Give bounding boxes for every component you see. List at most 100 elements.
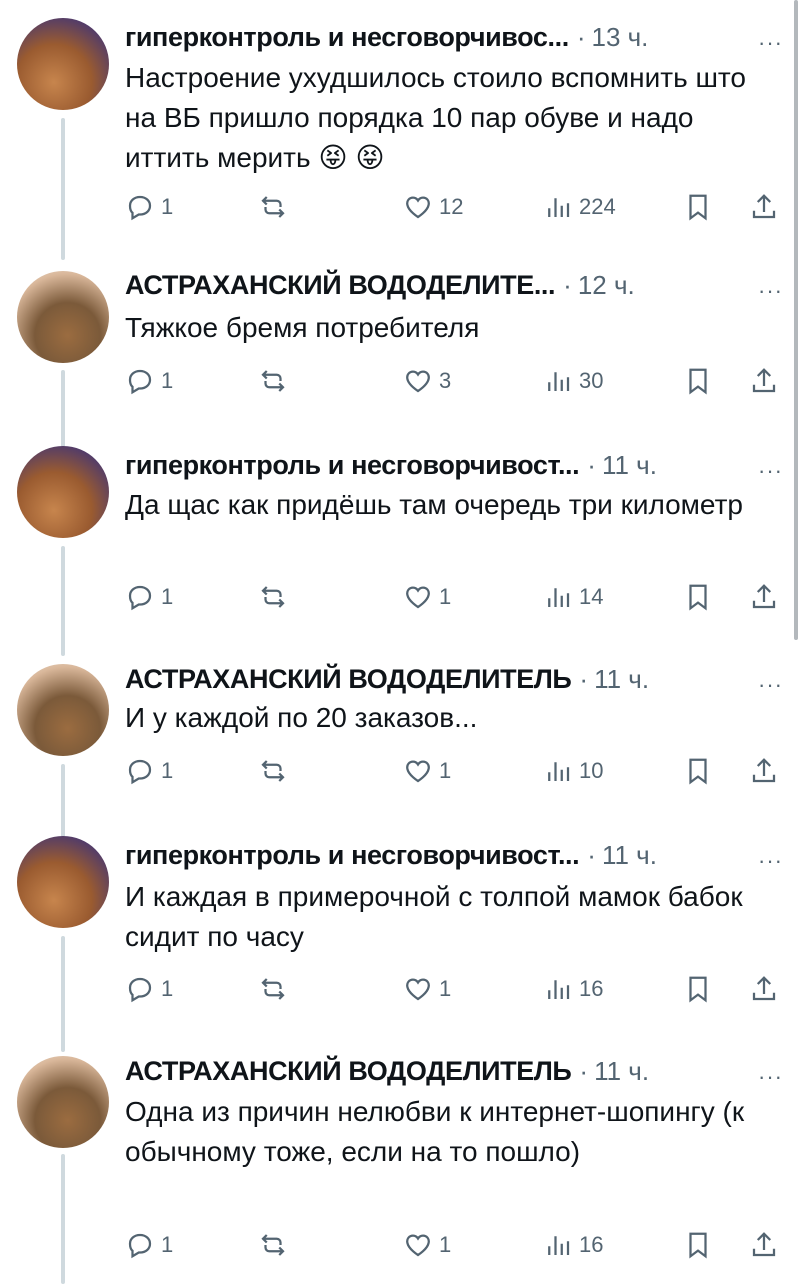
reply-button[interactable]: 1	[125, 974, 173, 1004]
share-button[interactable]	[749, 974, 779, 1004]
reply-count: 1	[161, 584, 174, 609]
views-button[interactable]: 16	[543, 1230, 603, 1260]
avatar[interactable]	[17, 1056, 109, 1148]
views-icon	[548, 980, 570, 999]
reply-icon	[128, 195, 152, 221]
retweet-button[interactable]	[258, 974, 288, 1004]
tweet[interactable]: АСТРАХАНСКИЙ ВОДОДЕЛИТЕЛЬ · 11 ч. ··· И …	[0, 660, 801, 840]
like-count: 3	[439, 368, 452, 393]
retweet-icon	[261, 586, 285, 608]
thread-line	[61, 1154, 65, 1284]
share-button[interactable]	[749, 756, 779, 786]
bookmark-button[interactable]	[683, 756, 713, 786]
tweet-text: Да щас как придёшь там очередь три килом…	[125, 489, 743, 520]
bookmark-icon	[689, 976, 707, 1003]
timestamp[interactable]: 11 ч.	[594, 664, 649, 695]
author-name[interactable]: гиперконтроль и несговорчивост...	[125, 450, 580, 481]
avatar[interactable]	[17, 18, 109, 110]
tweet-header: гиперконтроль и несговорчивос... · 13 ч.	[125, 22, 731, 53]
like-button[interactable]: 1	[403, 582, 451, 612]
reply-button[interactable]: 1	[125, 756, 173, 786]
timestamp[interactable]: 13 ч.	[591, 22, 648, 53]
like-button[interactable]: 1	[403, 974, 451, 1004]
reply-button[interactable]: 1	[125, 192, 173, 222]
share-button[interactable]	[749, 192, 779, 222]
views-icon	[548, 198, 570, 217]
author-name[interactable]: АСТРАХАНСКИЙ ВОДОДЕЛИТЕЛЬ	[125, 664, 572, 695]
view-count: 16	[579, 1232, 604, 1257]
timestamp[interactable]: 11 ч.	[602, 840, 657, 871]
more-options-icon[interactable]: ···	[758, 848, 783, 874]
share-icon	[752, 194, 776, 219]
share-button[interactable]	[749, 582, 779, 612]
share-icon	[752, 758, 776, 783]
share-button[interactable]	[749, 1230, 779, 1260]
action-bar: 1 1 16	[0, 1230, 801, 1264]
avatar[interactable]	[17, 446, 109, 538]
heart-icon	[406, 760, 430, 783]
tweet[interactable]: гиперконтроль и несговорчивос... · 13 ч.…	[0, 18, 801, 260]
tweet[interactable]: гиперконтроль и несговорчивост... · 11 ч…	[0, 836, 801, 1052]
avatar[interactable]	[17, 271, 109, 363]
retweet-button[interactable]	[258, 582, 288, 612]
author-name[interactable]: гиперконтроль и несговорчивос...	[125, 22, 569, 53]
more-options-icon[interactable]: ···	[758, 458, 783, 484]
more-options-icon[interactable]: ···	[758, 1064, 783, 1090]
bookmark-button[interactable]	[683, 366, 713, 396]
bookmark-icon	[689, 368, 707, 395]
retweet-button[interactable]	[258, 756, 288, 786]
reply-button[interactable]: 1	[125, 366, 173, 396]
separator-dot: ·	[579, 664, 589, 694]
retweet-button[interactable]	[258, 192, 288, 222]
author-name[interactable]: гиперконтроль и несговорчивост...	[125, 840, 580, 871]
tweet-text: Одна из причин нелюбви к интернет-шопинг…	[125, 1096, 745, 1167]
views-button[interactable]: 10	[543, 756, 603, 786]
timestamp[interactable]: 11 ч.	[602, 450, 657, 481]
tweet[interactable]: АСТРАХАНСКИЙ ВОДОДЕЛИТЕ... · 12 ч. ··· Т…	[0, 266, 801, 450]
views-button[interactable]: 14	[543, 582, 603, 612]
tweet-header: АСТРАХАНСКИЙ ВОДОДЕЛИТЕ... · 12 ч.	[125, 270, 731, 301]
more-options-icon[interactable]: ···	[758, 672, 783, 698]
reply-count: 1	[161, 758, 174, 783]
author-name[interactable]: АСТРАХАНСКИЙ ВОДОДЕЛИТЕЛЬ	[125, 1056, 572, 1087]
share-icon	[752, 976, 776, 1001]
timestamp[interactable]: 11 ч.	[594, 1056, 649, 1087]
bookmark-button[interactable]	[683, 582, 713, 612]
share-icon	[752, 584, 776, 609]
more-options-icon[interactable]: ···	[758, 278, 783, 304]
author-name[interactable]: АСТРАХАНСКИЙ ВОДОДЕЛИТЕ...	[125, 270, 556, 301]
tweet-text: Тяжкое бремя потребителя	[125, 312, 480, 343]
like-button[interactable]: 3	[403, 366, 451, 396]
reply-count: 1	[161, 368, 174, 393]
bookmark-button[interactable]	[683, 974, 713, 1004]
like-count: 1	[439, 976, 452, 1001]
views-button[interactable]: 224	[543, 192, 616, 222]
like-button[interactable]: 1	[403, 1230, 451, 1260]
avatar[interactable]	[17, 664, 109, 756]
more-options-icon[interactable]: ···	[758, 30, 783, 56]
tweet[interactable]: гиперконтроль и несговорчивост... · 11 ч…	[0, 446, 801, 656]
views-button[interactable]: 16	[543, 974, 603, 1004]
like-button[interactable]: 1	[403, 756, 451, 786]
bookmark-button[interactable]	[683, 192, 713, 222]
tweet-header: гиперконтроль и несговорчивост... · 11 ч…	[125, 450, 731, 481]
retweet-icon	[261, 196, 285, 218]
tweet[interactable]: АСТРАХАНСКИЙ ВОДОДЕЛИТЕЛЬ · 11 ч. ··· Од…	[0, 1052, 801, 1284]
reply-button[interactable]: 1	[125, 582, 173, 612]
like-count: 1	[439, 584, 452, 609]
views-button[interactable]: 30	[543, 366, 603, 396]
bookmark-button[interactable]	[683, 1230, 713, 1260]
view-count: 10	[579, 758, 604, 783]
retweet-button[interactable]	[258, 1230, 288, 1260]
share-button[interactable]	[749, 366, 779, 396]
views-icon	[548, 1236, 570, 1255]
action-bar: 1 12 224	[0, 192, 801, 226]
retweet-button[interactable]	[258, 366, 288, 396]
bookmark-icon	[689, 584, 707, 611]
bookmark-icon	[689, 194, 707, 221]
view-count: 30	[579, 368, 604, 393]
timestamp[interactable]: 12 ч.	[578, 270, 635, 301]
like-button[interactable]: 12	[403, 192, 463, 222]
reply-button[interactable]: 1	[125, 1230, 173, 1260]
avatar[interactable]	[17, 836, 109, 928]
